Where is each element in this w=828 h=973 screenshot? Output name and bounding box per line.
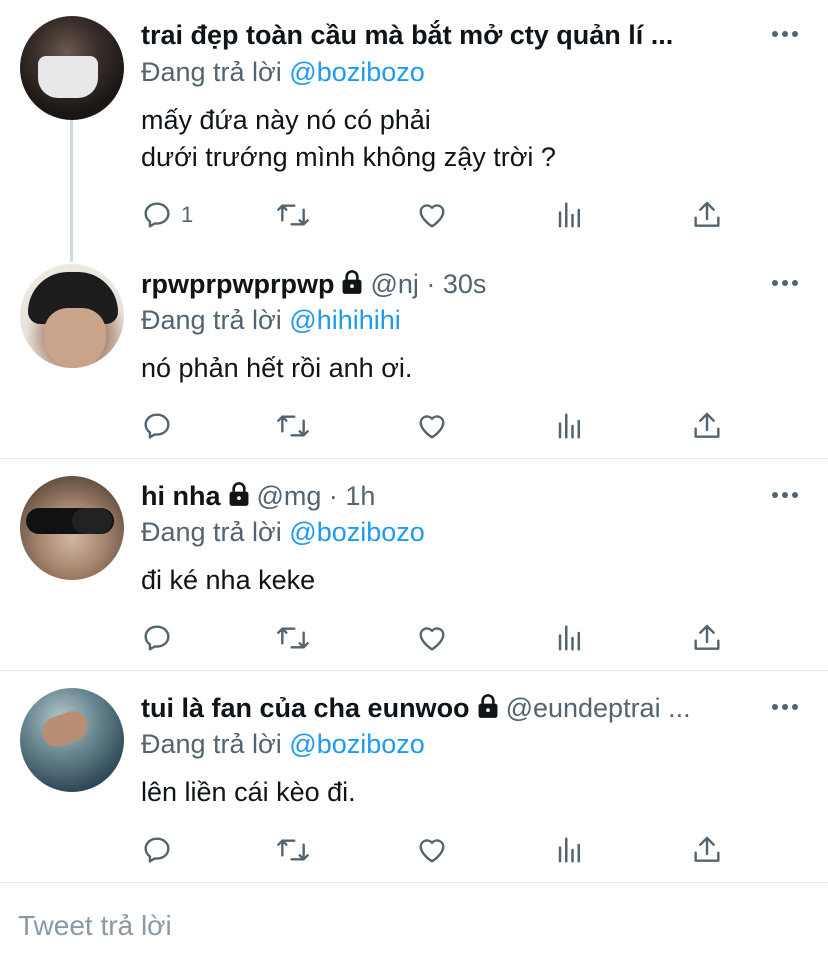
share-icon <box>694 412 720 438</box>
tweet-actions <box>141 621 741 655</box>
replying-to-handle[interactable]: @hihihihi <box>289 305 400 335</box>
tweet-actions: 1 <box>141 198 741 232</box>
analytics-button[interactable] <box>555 409 585 443</box>
analytics-icon <box>558 837 580 863</box>
more-icon[interactable] <box>772 31 802 41</box>
display-name[interactable]: trai đẹp toàn cầu mà bắt mở cty quản lí … <box>141 20 673 50</box>
avatar[interactable] <box>20 264 124 368</box>
like-icon <box>419 839 445 863</box>
tweet-text: mấy đứa này nó có phải dưới trướng mình … <box>141 105 556 172</box>
lock-icon <box>343 270 362 294</box>
reply-count: 1 <box>181 202 194 227</box>
tweet-actions <box>141 833 741 867</box>
retweet-button[interactable] <box>275 833 311 867</box>
analytics-button[interactable] <box>555 198 585 232</box>
share-button[interactable] <box>691 833 723 867</box>
avatar[interactable] <box>20 688 124 792</box>
divider <box>0 458 828 459</box>
display-name[interactable]: tui là fan của cha eunwoo <box>141 693 470 723</box>
handle-and-time[interactable]: @nj · 30s <box>370 269 486 299</box>
like-icon <box>419 415 445 439</box>
replying-to-handle[interactable]: @bozibozo <box>289 729 425 759</box>
like-button[interactable] <box>415 621 449 655</box>
reply-button[interactable]: 1 <box>141 198 193 232</box>
lock-icon <box>478 694 498 718</box>
share-icon <box>694 624 720 650</box>
analytics-icon <box>558 413 580 439</box>
tweet-text: lên liền cái kèo đi. <box>141 777 356 807</box>
like-icon <box>419 204 445 228</box>
reply-button[interactable] <box>141 621 173 655</box>
analytics-button[interactable] <box>555 833 585 867</box>
analytics-icon <box>558 625 580 651</box>
reply-icon <box>144 202 170 228</box>
tweet-text: nó phản hết rồi anh ơi. <box>141 353 413 383</box>
divider <box>0 882 828 883</box>
like-button[interactable] <box>415 409 449 443</box>
like-button[interactable] <box>415 833 449 867</box>
replying-to: Đang trả lời @hihihihi <box>141 305 401 335</box>
retweet-icon <box>277 204 309 226</box>
replying-to-handle[interactable]: @bozibozo <box>289 57 425 87</box>
retweet-button[interactable] <box>275 409 311 443</box>
replying-to: Đang trả lời @bozibozo <box>141 57 425 87</box>
tweet-text: đi ké nha keke <box>141 565 316 595</box>
retweet-button[interactable] <box>275 198 311 232</box>
handle-and-time[interactable]: @eundeptrai ... <box>506 693 691 723</box>
more-icon[interactable] <box>772 280 802 290</box>
handle-and-time[interactable]: @mg · 1h <box>257 481 376 511</box>
display-name[interactable]: hi nha <box>141 481 221 511</box>
like-button[interactable] <box>415 198 449 232</box>
retweet-icon <box>277 415 309 437</box>
more-icon[interactable] <box>772 704 802 714</box>
retweet-icon <box>277 627 309 649</box>
share-icon <box>694 201 720 227</box>
share-icon <box>694 836 720 862</box>
reply-icon <box>144 625 170 651</box>
display-name[interactable]: rpwprpwprpwp <box>141 269 334 299</box>
thread-connector-line <box>70 120 73 262</box>
replying-to-handle[interactable]: @bozibozo <box>289 517 425 547</box>
more-icon[interactable] <box>772 492 802 502</box>
tweet-actions <box>141 409 741 443</box>
retweet-icon <box>277 839 309 861</box>
analytics-button[interactable] <box>555 621 585 655</box>
analytics-icon <box>558 202 580 228</box>
share-button[interactable] <box>691 198 723 232</box>
replying-to: Đang trả lời @bozibozo <box>141 729 425 759</box>
reply-button[interactable] <box>141 833 173 867</box>
retweet-button[interactable] <box>275 621 311 655</box>
share-button[interactable] <box>691 621 723 655</box>
replying-to: Đang trả lời @bozibozo <box>141 517 425 547</box>
reply-icon <box>144 413 170 439</box>
like-icon <box>419 627 445 651</box>
share-button[interactable] <box>691 409 723 443</box>
reply-button[interactable] <box>141 409 173 443</box>
divider <box>0 670 828 671</box>
reply-composer-input[interactable]: Tweet trả lời <box>18 910 172 942</box>
lock-icon <box>229 482 248 506</box>
avatar[interactable] <box>20 476 124 580</box>
reply-icon <box>144 837 170 863</box>
avatar[interactable] <box>20 16 124 120</box>
